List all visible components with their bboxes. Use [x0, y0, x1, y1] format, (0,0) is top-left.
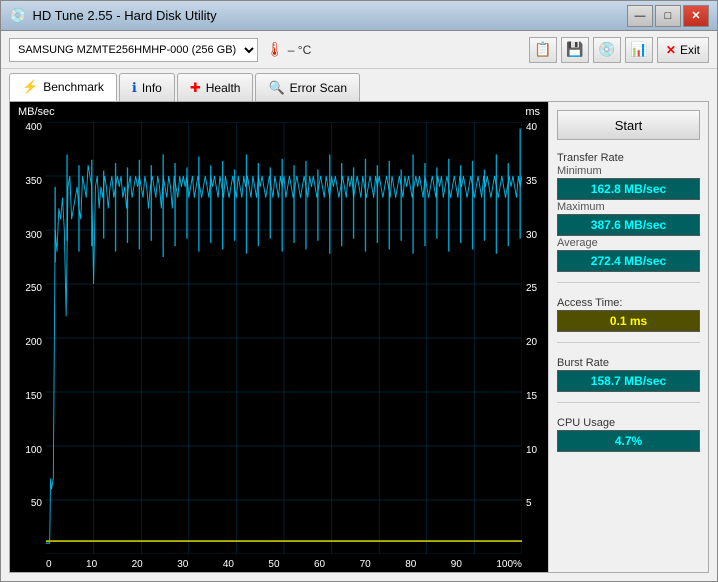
chart-label-top-left: MB/sec	[18, 106, 55, 118]
start-button[interactable]: Start	[557, 110, 700, 140]
tab-benchmark[interactable]: ⚡ Benchmark	[9, 73, 117, 101]
x-label-90: 90	[451, 559, 462, 570]
y-right-40: 40	[526, 122, 537, 133]
y-left-200: 200	[25, 337, 42, 348]
tab-health[interactable]: ✚ Health	[177, 73, 254, 101]
toolbar: SAMSUNG MZMTE256HMHP-000 (256 GB) 🌡 – °C…	[1, 31, 717, 69]
x-axis-labels: 0 10 20 30 40 50 60 70 80 90 100%	[46, 559, 522, 570]
thermometer-icon: 🌡	[266, 41, 284, 58]
x-label-40: 40	[223, 559, 234, 570]
y-left-350: 350	[25, 176, 42, 187]
x-label-30: 30	[177, 559, 188, 570]
burst-rate-label: Burst Rate	[557, 357, 700, 369]
maximize-button[interactable]: □	[655, 5, 681, 27]
y-right-15: 15	[526, 391, 537, 402]
y-left-250: 250	[25, 283, 42, 294]
health-icon: ✚	[190, 80, 201, 96]
y-left-400: 400	[25, 122, 42, 133]
y-left-150: 150	[25, 391, 42, 402]
tab-benchmark-label: Benchmark	[43, 80, 104, 94]
tabs-bar: ⚡ Benchmark ℹ Info ✚ Health 🔍 Error Scan	[1, 69, 717, 101]
minimum-label: Minimum	[557, 165, 700, 177]
drive-select[interactable]: SAMSUNG MZMTE256HMHP-000 (256 GB)	[9, 38, 258, 62]
chart-svg	[46, 122, 522, 554]
transfer-rate-section: Transfer Rate Minimum 162.8 MB/sec Maxim…	[557, 148, 700, 272]
info-icon-btn[interactable]: 📊	[625, 37, 653, 63]
chart-label-top-right: ms	[525, 106, 540, 118]
info-tab-icon: ℹ	[132, 80, 137, 96]
y-right-30: 30	[526, 230, 537, 241]
main-window: 💿 HD Tune 2.55 - Hard Disk Utility — □ ✕…	[0, 0, 718, 582]
y-axis-left-label: MB/sec	[18, 106, 55, 118]
x-label-100: 100%	[496, 559, 522, 570]
x-label-70: 70	[360, 559, 371, 570]
maximum-label: Maximum	[557, 201, 700, 213]
tab-health-label: Health	[206, 81, 241, 95]
y-right-25: 25	[526, 283, 537, 294]
cpu-usage-section: CPU Usage 4.7%	[557, 413, 700, 452]
disk-icon-btn[interactable]: 💿	[593, 37, 621, 63]
x-label-0: 0	[46, 559, 52, 570]
average-value: 272.4 MB/sec	[557, 250, 700, 272]
access-time-label: Access Time:	[557, 297, 700, 309]
y-right-10: 10	[526, 445, 537, 456]
y-axis-right-label: ms	[525, 106, 540, 118]
exit-label: Exit	[680, 43, 700, 57]
temp-value: – °C	[288, 43, 311, 57]
chart-canvas	[46, 122, 522, 554]
x-icon: ✕	[666, 43, 676, 57]
benchmark-icon: ⚡	[22, 79, 38, 95]
y-right-5: 5	[526, 498, 532, 509]
y-right-20: 20	[526, 337, 537, 348]
minimum-value: 162.8 MB/sec	[557, 178, 700, 200]
y-axis-right: 40 35 30 25 20 15 10 5	[522, 122, 548, 552]
divider-3	[557, 402, 700, 403]
minimize-button[interactable]: —	[627, 5, 653, 27]
tab-info-label: Info	[142, 81, 162, 95]
x-label-80: 80	[405, 559, 416, 570]
x-label-60: 60	[314, 559, 325, 570]
average-label: Average	[557, 237, 700, 249]
cpu-usage-value: 4.7%	[557, 430, 700, 452]
toolbar-icons: 📋 💾 💿 📊 ✕ Exit	[529, 37, 709, 63]
title-buttons: — □ ✕	[627, 5, 709, 27]
y-left-50: 50	[31, 498, 42, 509]
transfer-rate-label: Transfer Rate	[557, 152, 700, 164]
access-time-section: Access Time: 0.1 ms	[557, 293, 700, 332]
x-label-20: 20	[132, 559, 143, 570]
cpu-usage-label: CPU Usage	[557, 417, 700, 429]
divider-2	[557, 342, 700, 343]
burst-rate-value: 158.7 MB/sec	[557, 370, 700, 392]
window-title: HD Tune 2.55 - Hard Disk Utility	[32, 8, 216, 23]
save-icon-btn[interactable]: 💾	[561, 37, 589, 63]
tab-errorscan-label: Error Scan	[290, 81, 347, 95]
copy-icon-btn[interactable]: 📋	[529, 37, 557, 63]
temp-indicator: 🌡 – °C	[266, 41, 311, 58]
title-icon: 💿	[9, 7, 26, 24]
y-axis-left: 400 350 300 250 200 150 100 50	[10, 122, 46, 552]
stats-sidebar: Start Transfer Rate Minimum 162.8 MB/sec…	[548, 102, 708, 572]
close-button[interactable]: ✕	[683, 5, 709, 27]
tab-info[interactable]: ℹ Info	[119, 73, 175, 101]
y-left-300: 300	[25, 230, 42, 241]
burst-rate-section: Burst Rate 158.7 MB/sec	[557, 353, 700, 392]
maximum-value: 387.6 MB/sec	[557, 214, 700, 236]
exit-button[interactable]: ✕ Exit	[657, 37, 709, 63]
title-bar: 💿 HD Tune 2.55 - Hard Disk Utility — □ ✕	[1, 1, 717, 31]
x-label-50: 50	[268, 559, 279, 570]
chart-area: MB/sec ms 400 350 300 250 200 150 100 50…	[10, 102, 548, 572]
errorscan-icon: 🔍	[268, 80, 284, 96]
y-left-100: 100	[25, 445, 42, 456]
x-label-10: 10	[86, 559, 97, 570]
divider-1	[557, 282, 700, 283]
access-time-value: 0.1 ms	[557, 310, 700, 332]
y-right-35: 35	[526, 176, 537, 187]
main-content: MB/sec ms 400 350 300 250 200 150 100 50…	[9, 101, 709, 573]
tab-errorscan[interactable]: 🔍 Error Scan	[255, 73, 360, 101]
title-bar-left: 💿 HD Tune 2.55 - Hard Disk Utility	[9, 7, 217, 24]
